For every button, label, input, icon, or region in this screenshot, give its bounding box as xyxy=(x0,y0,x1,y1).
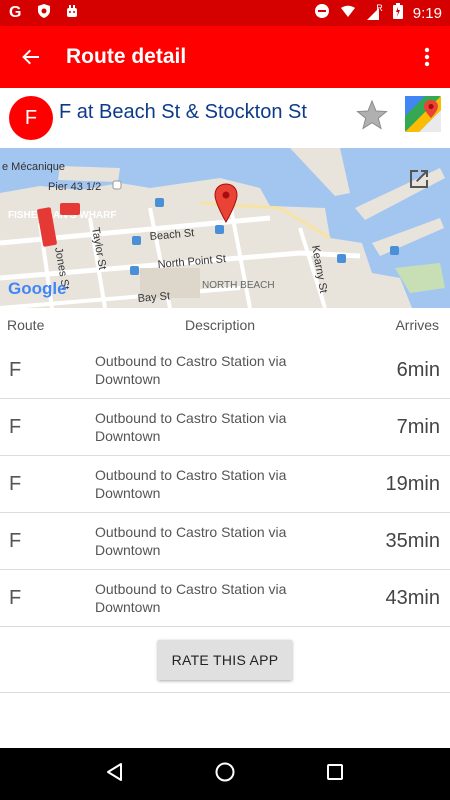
map-label: NORTH BEACH xyxy=(202,280,275,291)
arrival-time: 6min xyxy=(396,358,440,381)
arrival-row[interactable]: F Outbound to Castro Station via Downtow… xyxy=(0,570,450,627)
page-title: Route detail xyxy=(66,45,187,68)
google-maps-icon xyxy=(405,96,441,132)
arrival-route: F xyxy=(9,586,22,609)
arrival-row[interactable]: F Outbound to Castro Station via Downtow… xyxy=(0,513,450,570)
arrival-route: F xyxy=(9,415,22,438)
arrival-time: 19min xyxy=(385,472,440,495)
do-not-disturb-icon xyxy=(314,3,330,23)
google-logo: Google xyxy=(8,279,67,298)
open-map-external-button[interactable] xyxy=(406,166,432,192)
arrival-row[interactable]: F Outbound to Castro Station via Downtow… xyxy=(0,399,450,456)
description-column-header: Description xyxy=(184,317,256,333)
arrival-route: F xyxy=(9,472,22,495)
wifi-icon xyxy=(340,3,356,23)
nav-home-button[interactable] xyxy=(214,761,236,788)
map-label: e Mécanique xyxy=(2,161,65,173)
arrival-route: F xyxy=(9,529,22,552)
clock: 9:19 xyxy=(412,4,442,22)
column-headers: Route Description Arrives xyxy=(0,308,450,342)
stop-title: F at Beach St & Stockton St xyxy=(59,100,307,123)
system-nav-bar xyxy=(0,748,450,800)
shield-notification-icon xyxy=(36,3,52,23)
arrival-row[interactable]: F Outbound to Castro Station via Downtow… xyxy=(0,342,450,399)
arrival-row[interactable]: F Outbound to Castro Station via Downtow… xyxy=(0,456,450,513)
stop-header: F F at Beach St & Stockton St xyxy=(0,88,450,148)
arrow-back-icon xyxy=(22,49,39,65)
nav-recents-button[interactable] xyxy=(324,761,346,788)
map-label: Pier 43 1/2 xyxy=(48,181,101,193)
open-in-new-icon xyxy=(410,170,428,188)
overflow-menu-button[interactable] xyxy=(404,26,450,88)
google-notification-icon: G xyxy=(8,3,24,23)
app-bar: Route detail xyxy=(0,26,450,88)
battery-icon xyxy=(392,3,403,23)
arrival-route: F xyxy=(9,358,22,381)
arrives-column-header: Arrives xyxy=(395,317,439,333)
arrivals-list: F Outbound to Castro Station via Downtow… xyxy=(0,342,450,627)
circle-home-icon xyxy=(215,762,235,781)
route-column-header: Route xyxy=(7,317,45,333)
svg-text:G: G xyxy=(9,4,21,19)
signal-icon: R xyxy=(366,3,383,21)
nav-back-button[interactable] xyxy=(104,761,126,788)
rate-section: RATE THIS APP xyxy=(0,627,450,693)
arrival-time: 35min xyxy=(385,529,440,552)
route-badge: F xyxy=(9,96,53,140)
rate-app-button[interactable]: RATE THIS APP xyxy=(158,640,292,680)
arrival-description: Outbound to Castro Station via Downtown xyxy=(95,467,287,501)
more-vert-icon xyxy=(424,47,430,67)
triangle-back-icon xyxy=(107,762,122,781)
roaming-label: R xyxy=(376,3,383,13)
square-recents-icon xyxy=(327,763,343,780)
arrival-description: Outbound to Castro Station via Downtown xyxy=(95,524,287,558)
android-notification-icon xyxy=(64,3,80,23)
route-map[interactable]: e Mécanique Pier 43 1/2 FISHERMAN'S WHAR… xyxy=(0,148,450,308)
star-icon xyxy=(356,99,388,130)
status-bar: G R 9:19 xyxy=(0,0,450,26)
arrival-description: Outbound to Castro Station via Downtown xyxy=(95,581,287,615)
back-button[interactable] xyxy=(0,26,62,88)
arrival-time: 43min xyxy=(385,586,440,609)
arrival-description: Outbound to Castro Station via Downtown xyxy=(95,353,287,387)
favorite-button[interactable] xyxy=(355,98,389,132)
arrival-description: Outbound to Castro Station via Downtown xyxy=(95,410,287,444)
arrival-time: 7min xyxy=(396,415,440,438)
open-google-maps-button[interactable] xyxy=(405,96,441,132)
